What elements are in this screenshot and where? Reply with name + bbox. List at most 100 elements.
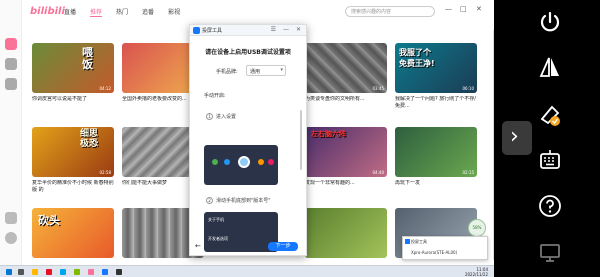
tab-movies[interactable]: 影视 <box>168 7 180 17</box>
dialog-heading: 请在设备上启用USB调试设置项 <box>205 49 291 56</box>
notification-title: 投屏工具 <box>411 239 427 244</box>
app-icon[interactable] <box>60 269 66 275</box>
maximize-icon[interactable]: □ <box>460 5 467 13</box>
thumbnail-caption: 细思 极恐 <box>80 129 99 149</box>
video-title[interactable]: 为类谈专盘你的文明所有... <box>305 96 387 110</box>
app-icon[interactable] <box>102 269 108 275</box>
dialog-titlebar: 投屏工具 ☰ — ✕ <box>190 25 306 36</box>
video-card[interactable]: 02:15 再玩下一发 <box>395 127 477 194</box>
home-icon[interactable] <box>5 38 17 50</box>
video-title[interactable]: 再玩下一发 <box>395 180 477 194</box>
clock-date: 2022/11/22 <box>464 272 488 277</box>
chevron-down-icon: ▾ <box>280 67 283 73</box>
close-icon[interactable]: ✕ <box>296 26 301 33</box>
chevron-right-icon[interactable]: › <box>510 124 519 149</box>
app-icon <box>258 159 264 165</box>
minimize-icon[interactable]: — <box>283 26 289 33</box>
step-text: 滑动手机底部到"版本号" <box>216 198 271 204</box>
search-icon[interactable] <box>18 269 24 275</box>
video-title[interactable]: 你调皮宫可以说是不能了 <box>32 96 114 110</box>
app-icon <box>224 159 230 165</box>
video-card[interactable]: 细思 极恐 02:58 复华半价的精准价不小时候 新春特别版 的 <box>32 127 114 194</box>
game-icon[interactable] <box>5 78 17 90</box>
taskbar: 11:04 2022/11/22 <box>0 265 494 277</box>
desktop-screen: bilibili 直播 推荐 热门 追番 影视 搜索感兴趣的内容 — □ ✕ 喂… <box>0 0 494 277</box>
start-icon[interactable] <box>6 269 12 275</box>
video-title[interactable]: 我解决了一个问题? 旅行刚了个不存/免费... <box>395 96 477 110</box>
tab-live[interactable]: 直播 <box>64 7 76 17</box>
step-text: 进入设置 <box>216 114 237 120</box>
app-icon[interactable] <box>46 269 52 275</box>
settings-icon <box>238 156 250 168</box>
video-thumbnail[interactable]: 喂饭 04:12 <box>32 43 114 93</box>
menu-icon[interactable]: ☰ <box>271 26 276 33</box>
clock[interactable]: 11:04 2022/11/22 <box>465 267 488 277</box>
settings-icon[interactable] <box>5 232 17 244</box>
brand-label: 手机品牌: <box>216 69 238 75</box>
app-icon[interactable] <box>74 269 80 275</box>
app-icon[interactable] <box>32 269 38 275</box>
minimize-icon[interactable]: — <box>445 5 452 13</box>
message-icon[interactable] <box>5 212 17 224</box>
tab-hot[interactable]: 热门 <box>116 7 128 17</box>
phone-settings-illustration: 关于手机 开发者选项 <box>204 212 278 252</box>
thumbnail-caption: 我服了个 免费王净! <box>399 48 435 68</box>
brand-select[interactable]: 通用 ▾ <box>246 65 286 76</box>
follow-icon[interactable] <box>5 58 17 70</box>
video-card[interactable]: 03:45 为类谈专盘你的文明所有... <box>305 43 387 110</box>
help-icon[interactable] <box>538 194 562 218</box>
usb-debug-dialog: 投屏工具 ☰ — ✕ 请在设备上启用USB调试设置项 手机品牌: 通用 ▾ 手动… <box>189 24 307 256</box>
step-1: 1 进入设置 <box>206 113 236 120</box>
back-arrow-icon[interactable]: ← <box>195 242 201 250</box>
video-thumbnail[interactable]: 左右脑六阵 04:40 <box>305 127 387 177</box>
app-icon <box>212 159 218 165</box>
dialog-title: 投屏工具 <box>202 28 223 34</box>
app-icon <box>268 159 274 165</box>
duration: 03:45 <box>372 86 384 91</box>
brand-select-value: 通用 <box>250 69 261 75</box>
duration: 04:12 <box>99 86 111 91</box>
search-input[interactable]: 搜索感兴趣的内容 <box>345 6 435 17</box>
video-thumbnail[interactable]: 我服了个 免费王净! 06:10 <box>395 43 477 93</box>
step-number: 1 <box>206 113 213 120</box>
tab-anime[interactable]: 追番 <box>142 7 154 17</box>
battery-badge: 58% <box>468 219 486 237</box>
video-thumbnail[interactable] <box>305 208 387 258</box>
device-notification[interactable]: 投屏工具 Xpro-Aurora(STE-AL00) <box>402 236 488 260</box>
dialog-scrollbar[interactable] <box>300 110 302 170</box>
app-icon <box>405 239 410 244</box>
phone-screen-illustration <box>204 145 278 185</box>
screen-cast-icon[interactable] <box>538 240 562 264</box>
video-card[interactable]: 砍头 <box>32 208 114 258</box>
app-icon[interactable] <box>88 269 94 275</box>
power-icon[interactable] <box>538 10 562 34</box>
video-title[interactable]: 复华半价的精准价不小时候 新春特别版 的 <box>32 180 114 194</box>
video-thumbnail[interactable]: 细思 极恐 02:58 <box>32 127 114 177</box>
app-logo[interactable]: bilibili <box>30 6 65 17</box>
video-card[interactable]: 我服了个 免费王净! 06:10 我解决了一个问题? 旅行刚了个不存/免费... <box>395 43 477 110</box>
video-thumbnail[interactable]: 03:45 <box>305 43 387 93</box>
next-button[interactable]: 下一步 <box>268 242 298 251</box>
settings-row: 开发者选项 <box>208 236 228 241</box>
thumbnail-caption: 喂饭 <box>82 46 93 71</box>
mirror-flip-icon[interactable] <box>538 55 562 79</box>
video-title[interactable]: 发现一个非常有趣的... <box>305 180 387 194</box>
left-nav <box>0 0 22 268</box>
video-card[interactable]: 左右脑六阵 04:40 发现一个非常有趣的... <box>305 127 387 194</box>
app-icon[interactable] <box>116 269 122 275</box>
close-icon[interactable]: ✕ <box>476 5 482 13</box>
duration: 06:10 <box>462 86 474 91</box>
video-thumbnail[interactable]: 砍头 <box>32 208 114 258</box>
app-icon <box>193 27 200 34</box>
step-2: 2 滑动手机底部到"版本号" <box>206 197 271 204</box>
video-thumbnail[interactable]: 02:15 <box>395 127 477 177</box>
step-number: 2 <box>206 197 213 204</box>
notification-body: Xpro-Aurora(STE-AL00) <box>411 250 458 255</box>
thumbnail-caption: 左右脑六阵 <box>311 130 346 138</box>
eraser-icon[interactable] <box>538 103 562 127</box>
duration: 02:15 <box>462 170 474 175</box>
video-card[interactable] <box>305 208 387 258</box>
video-card[interactable]: 喂饭 04:12 你调皮宫可以说是不能了 <box>32 43 114 110</box>
keyboard-icon[interactable] <box>538 148 562 172</box>
tab-recommend[interactable]: 推荐 <box>90 7 103 17</box>
